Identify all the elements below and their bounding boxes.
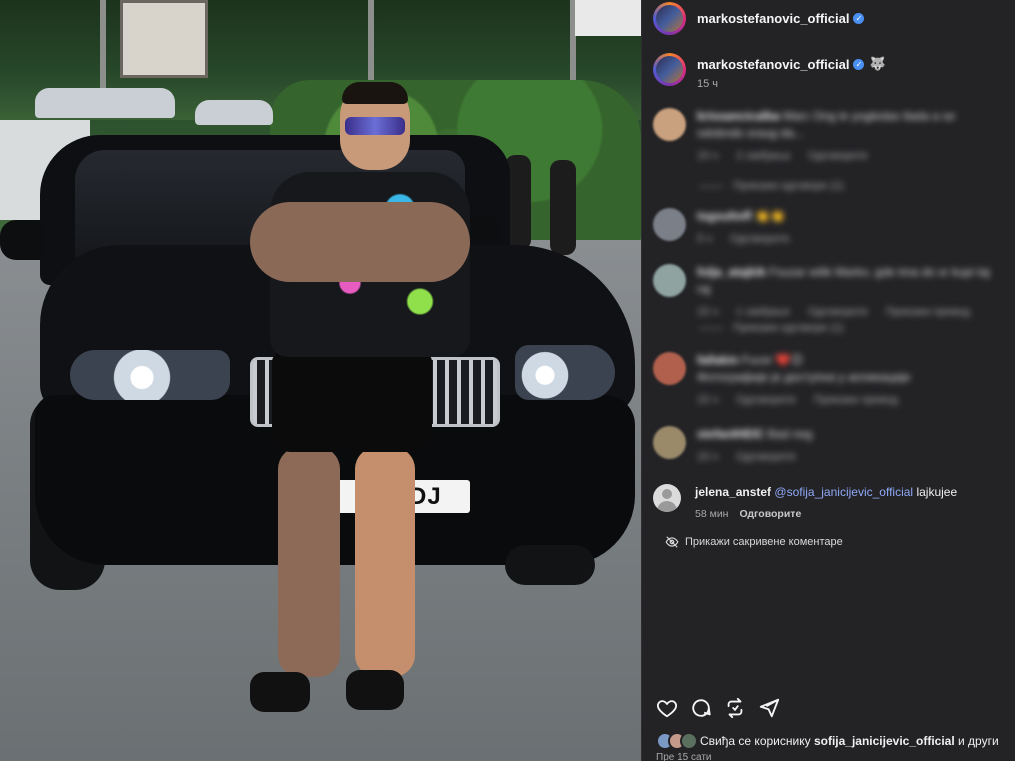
comment-handle[interactable]: stefanIHEIC [697, 427, 764, 441]
commenter-avatar[interactable] [653, 484, 681, 512]
comment-handle[interactable]: fallakin [697, 353, 738, 367]
post-photo[interactable]: IS 4-DJ [0, 0, 641, 761]
photo-billboard [120, 0, 208, 78]
show-hidden-comments-button[interactable]: Прикажи сакривене коментаре [665, 535, 843, 549]
caption: markostefanovic_official ✓ 🐺 15 ч [653, 53, 886, 90]
comment-reply-button[interactable]: Одговорите [736, 449, 796, 466]
photo-parked-car [35, 88, 175, 118]
wolf-emoji: 🐺 [869, 56, 886, 71]
comment-item: krissancicalba Marc Ong le yogledas tlad… [653, 108, 997, 165]
comment-time: 5 ч [697, 233, 712, 245]
comment-time: 15 ч [697, 150, 719, 162]
author-avatar[interactable] [653, 1, 686, 35]
photo-pole [100, 0, 106, 100]
translate-button[interactable]: Прикажи превод [814, 392, 898, 409]
comment-reply-button[interactable]: Одговорите [730, 231, 790, 248]
likes-summary[interactable]: Свиђа се кориснику sofija_janicijevic_of… [656, 732, 999, 750]
comment-time: 15 ч [697, 451, 719, 463]
likes-user[interactable]: sofija_janicijevic_official [814, 734, 955, 748]
commenter-avatar[interactable] [653, 352, 686, 385]
commenter-avatar[interactable] [653, 108, 686, 141]
comment-handle[interactable]: jelena_anstef [695, 485, 771, 499]
posted-time: Пре 15 сати [656, 752, 712, 761]
comment-handle[interactable]: krissancicalba [697, 109, 780, 123]
comment-reply-button[interactable]: Одговорите [808, 148, 868, 165]
heart-icon[interactable] [656, 697, 678, 719]
comment-time: 58 мин [695, 508, 729, 520]
comment-likes[interactable]: 2 свиђања [736, 148, 790, 165]
comment-handle[interactable]: tsgsultoff [697, 209, 752, 223]
post-header: markostefanovic_official ✓ [642, 0, 1015, 36]
view-replies-link[interactable]: Прикажи одговоре (1) [699, 320, 844, 337]
eye-off-icon [665, 536, 679, 548]
view-replies-link[interactable]: Прикажи одговоре (1) [699, 178, 844, 195]
show-hidden-comments-label: Прикажи сакривене коментаре [685, 536, 843, 548]
car-headlight [70, 350, 230, 400]
translate-button[interactable]: Прикажи превод [886, 304, 970, 321]
commenter-avatar[interactable] [653, 264, 686, 297]
comment-item: jelena_anstef @sofija_janicijevic_offici… [653, 484, 957, 520]
comment-item: stefanIHEIC Bad neg 15 ч Одговорите [653, 426, 997, 466]
likes-suffix[interactable]: и други [958, 734, 999, 748]
car-headlight [515, 345, 615, 400]
action-bar [656, 697, 780, 719]
caption-avatar[interactable] [653, 53, 686, 86]
car-wheel [505, 545, 595, 585]
comment-time: 15 ч [697, 394, 719, 406]
comment-text: 👏👏 [755, 209, 785, 223]
comments-panel: markostefanovic_official ✓ markostefanov… [641, 0, 1015, 761]
photo-sign [575, 0, 641, 36]
comment-reply-button[interactable]: Одговорите [808, 304, 868, 321]
comment-likes[interactable]: 1 свиђање [736, 304, 790, 321]
commenter-avatar[interactable] [653, 426, 686, 459]
comment-item: folja_atajkik Fsuzar wilik Marko, gde tm… [653, 264, 997, 321]
photo-person [250, 82, 470, 722]
share-icon[interactable] [758, 697, 780, 719]
comment-text: Bad neg [767, 427, 813, 441]
comment-item: fallakin Fucer ❤️😊 Фотографије је доступ… [653, 352, 997, 409]
likes-prefix: Свиђа се кориснику [700, 734, 811, 748]
caption-handle[interactable]: markostefanovic_official [697, 57, 849, 72]
photo-pole [368, 0, 374, 85]
sunglasses [345, 117, 405, 135]
repost-icon[interactable] [724, 697, 746, 719]
comment-handle[interactable]: folja_atajkik [697, 265, 766, 279]
comment-reply-button[interactable]: Одговорите [739, 508, 801, 520]
author-handle[interactable]: markostefanovic_official [697, 11, 849, 26]
comment-time: 15 ч [697, 306, 719, 318]
verified-icon: ✓ [853, 12, 865, 24]
car-mirror [0, 220, 45, 260]
comment-text: Fucer ❤️😊 [741, 353, 804, 367]
post-viewer: IS 4-DJ markostefanovic_official ✓ [0, 0, 1015, 761]
comment-item: tsgsultoff 👏👏 5 ч Одговорите [653, 208, 997, 248]
verified-icon: ✓ [853, 58, 865, 70]
comment-text-line: Фотографије је доступна у апликацији [697, 370, 910, 384]
caption-time: 15 ч [697, 78, 719, 90]
comment-text: lajkujee [916, 485, 958, 499]
likers-avatars [656, 732, 700, 750]
comment-reply-button[interactable]: Одговорите [736, 392, 796, 409]
comment-icon[interactable] [690, 697, 712, 719]
comment-mention[interactable]: @sofija_janicijevic_official [774, 485, 913, 499]
commenter-avatar[interactable] [653, 208, 686, 241]
